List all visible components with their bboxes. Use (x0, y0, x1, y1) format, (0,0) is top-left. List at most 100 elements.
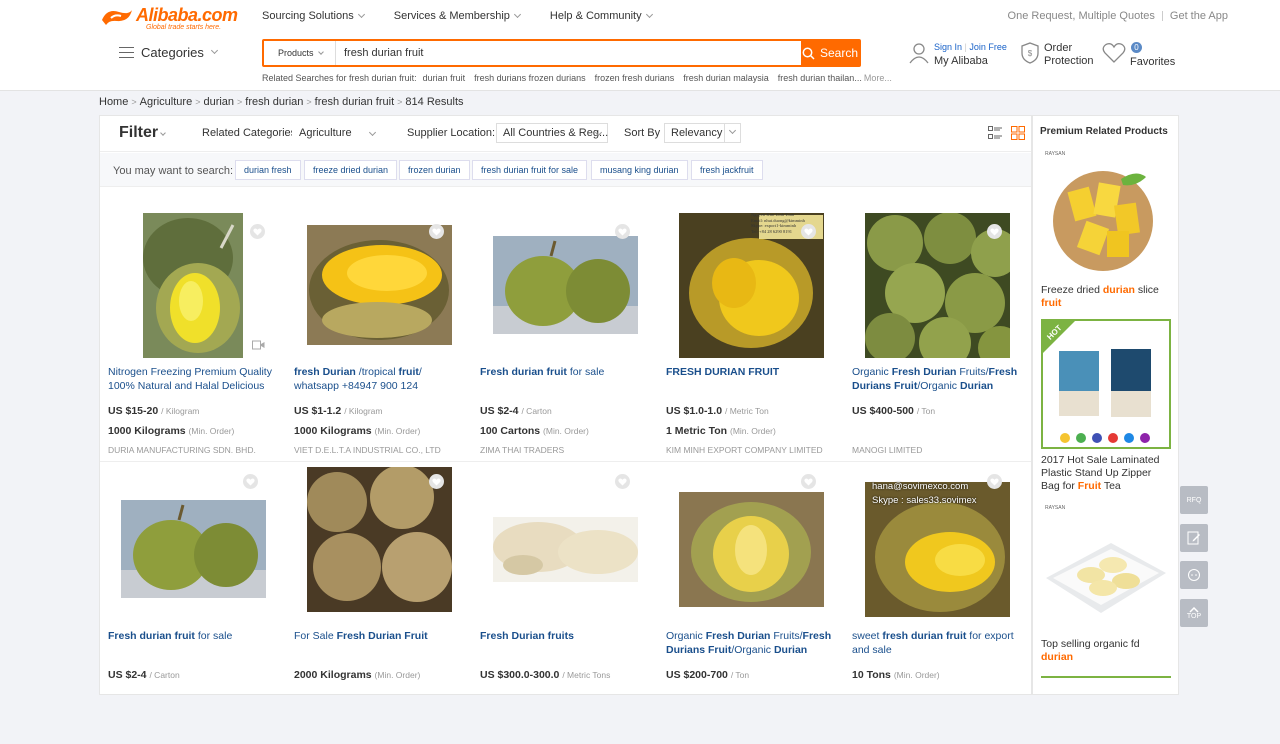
product-image[interactable] (294, 210, 464, 360)
edit-request-button[interactable] (1180, 524, 1208, 552)
favorite-heart-icon[interactable] (987, 224, 1002, 239)
my-alibaba-link[interactable]: My Alibaba (934, 55, 988, 67)
nav-services-membership[interactable]: Services & Membership (394, 10, 521, 22)
nav-sourcing-solutions[interactable]: Sourcing Solutions (262, 10, 365, 22)
breadcrumb-agriculture[interactable]: Agriculture (140, 96, 193, 108)
supplier-name[interactable]: VIET D.E.L.T.A INDUSTRIAL CO., LTD (294, 445, 441, 455)
search-type-select[interactable]: Products (264, 41, 336, 65)
chevron-down-icon (357, 10, 365, 19)
related-more-link[interactable]: More... (864, 73, 892, 83)
list-view-icon[interactable] (988, 126, 1002, 140)
product-title[interactable]: For Sale Fresh Durian Fruit (294, 629, 462, 659)
favorite-heart-icon[interactable] (801, 224, 816, 239)
product-card[interactable]: Fresh durian fruit for sale US $2-4 / Ca… (108, 474, 278, 744)
suggest-chip[interactable]: durian fresh (235, 160, 301, 180)
favorite-heart-icon[interactable] (429, 474, 444, 489)
favorite-heart-icon[interactable] (801, 474, 816, 489)
supplier-name[interactable]: DURIA MANUFACTURING SDN. BHD. (108, 445, 256, 455)
suggest-chip[interactable]: fresh durian fruit for sale (472, 160, 588, 180)
product-card[interactable]: fresh Durian /tropical fruit/ whatsapp +… (294, 210, 464, 480)
supplier-name[interactable]: KIM MINH EXPORT COMPANY LIMITED (666, 445, 823, 455)
product-card[interactable]: Organic Fresh Durian Fruits/Fresh Durian… (852, 210, 1022, 480)
product-card[interactable]: For Sale Fresh Durian Fruit 2000 Kilogra… (294, 466, 464, 744)
sign-in-link[interactable]: Sign In (934, 42, 962, 52)
related-link[interactable]: fresh durians frozen durians (474, 73, 586, 83)
video-icon[interactable] (252, 340, 265, 350)
product-title[interactable]: Nitrogen Freezing Premium Quality 100% N… (108, 365, 276, 395)
favorite-heart-icon[interactable] (429, 224, 444, 239)
multiple-quotes-link[interactable]: One Request, Multiple Quotes (1008, 10, 1155, 22)
favorites-link[interactable]: 0 Favorites (1102, 40, 1182, 70)
account-menu[interactable]: Sign In | Join Free My Alibaba (908, 42, 1008, 72)
product-image[interactable] (666, 474, 836, 624)
product-title[interactable]: fresh Durian /tropical fruit/ whatsapp +… (294, 365, 462, 395)
related-link[interactable]: durian fruit (423, 73, 466, 83)
product-image[interactable]: Nguyen Kim Linh Toan Email: nhut.duong@k… (666, 210, 836, 360)
product-image[interactable] (480, 474, 650, 624)
alibaba-logo[interactable]: Alibaba.com Global trade starts here. (99, 5, 239, 32)
rfq-button[interactable]: RFQ (1180, 486, 1208, 514)
product-price: 10 Tons (Min. Order) (852, 669, 940, 681)
product-image[interactable] (294, 466, 464, 624)
join-free-link[interactable]: Join Free (969, 42, 1007, 52)
premium-product[interactable]: RAYSAN Top selling organic fd durian (1041, 503, 1171, 664)
product-image[interactable] (480, 210, 650, 360)
breadcrumb-durian[interactable]: durian (203, 96, 234, 108)
chat-button[interactable] (1180, 561, 1208, 589)
product-title[interactable]: Fresh durian fruit for sale (108, 629, 276, 659)
supplier-name[interactable]: MANOGI LIMITED (852, 445, 922, 455)
suggest-chip[interactable]: fresh jackfruit (691, 160, 763, 180)
favorite-heart-icon[interactable] (243, 474, 258, 489)
search-button[interactable]: Search (801, 39, 859, 67)
premium-product[interactable]: HOT 2017 Hot Sale Laminated Plastic Stan… (1041, 319, 1171, 493)
product-card[interactable]: Nitrogen Freezing Premium Quality 100% N… (108, 210, 278, 480)
sort-by-select[interactable]: Relevancy (664, 123, 741, 143)
back-to-top-button[interactable]: TOP (1180, 599, 1208, 627)
categories-menu[interactable]: Categories (119, 45, 218, 60)
product-card[interactable]: Nguyen Kim Linh Toan Email: nhut.duong@k… (666, 210, 836, 480)
search-input[interactable] (344, 41, 804, 65)
get-app-link[interactable]: Get the App (1170, 10, 1228, 22)
product-price: 2000 Kilograms (Min. Order) (294, 669, 420, 681)
related-link[interactable]: fresh durian malaysia (683, 73, 769, 83)
supplier-location-select[interactable]: All Countries & Reg... (496, 123, 608, 143)
related-link[interactable]: frozen fresh durians (595, 73, 675, 83)
supplier-name[interactable]: ZIMA THAI TRADERS (480, 445, 564, 455)
product-title[interactable]: Organic Fresh Durian Fruits/Fresh Durian… (666, 629, 834, 659)
search-button-label: Search (819, 46, 859, 60)
product-title[interactable]: Fresh Durian fruits (480, 629, 648, 659)
suggest-chip[interactable]: freeze dried durian (304, 160, 398, 180)
product-card[interactable]: Organic Fresh Durian Fruits/Fresh Durian… (666, 474, 836, 744)
product-title[interactable]: Fresh durian fruit for sale (480, 365, 648, 395)
breadcrumb-fresh-durian[interactable]: fresh durian (245, 96, 303, 108)
product-card[interactable]: Fresh Durian fruits US $300.0-300.0 / Me… (480, 474, 650, 744)
product-image[interactable] (852, 210, 1022, 360)
suggest-chip[interactable]: frozen durian (399, 160, 470, 180)
related-categories-select[interactable]: Agriculture (292, 123, 384, 143)
favorite-heart-icon[interactable] (615, 474, 630, 489)
nav-help-community[interactable]: Help & Community (550, 10, 653, 22)
breadcrumb-home[interactable]: Home (99, 96, 128, 108)
product-image[interactable]: hana@sovimexco.com Skype : sales33.sovim… (852, 474, 1022, 624)
product-card[interactable]: hana@sovimexco.com Skype : sales33.sovim… (852, 474, 1022, 744)
premium-product[interactable]: RAYSAN Freeze dried durian slice fruit (1041, 149, 1171, 310)
premium-product-image[interactable]: HOT (1041, 319, 1171, 449)
product-image[interactable] (108, 210, 278, 360)
product-title[interactable]: FRESH DURIAN FRUIT (666, 365, 834, 395)
product-title[interactable]: sweet fresh durian fruit for export and … (852, 629, 1020, 659)
price-value: US $300.0-300.0 (480, 669, 560, 681)
premium-product-image[interactable]: RAYSAN (1041, 149, 1171, 279)
suggest-chip[interactable]: musang king durian (591, 160, 688, 180)
related-link[interactable]: fresh durian thailan... (778, 73, 862, 83)
product-image[interactable] (108, 474, 278, 624)
product-card[interactable]: Fresh durian fruit for sale US $2-4 / Ca… (480, 210, 650, 480)
breadcrumb-fresh-durian-fruit[interactable]: fresh durian fruit (315, 96, 394, 108)
product-title[interactable]: Organic Fresh Durian Fruits/Fresh Durian… (852, 365, 1020, 395)
filter-toggle[interactable]: Filter (119, 124, 166, 142)
order-protection-link[interactable]: $ Order Protection (1020, 42, 1100, 72)
favorite-heart-icon[interactable] (615, 224, 630, 239)
favorite-heart-icon[interactable] (987, 474, 1002, 489)
grid-view-icon[interactable] (1011, 126, 1025, 140)
premium-product-image[interactable]: RAYSAN (1041, 503, 1171, 633)
favorite-heart-icon[interactable] (250, 224, 265, 239)
